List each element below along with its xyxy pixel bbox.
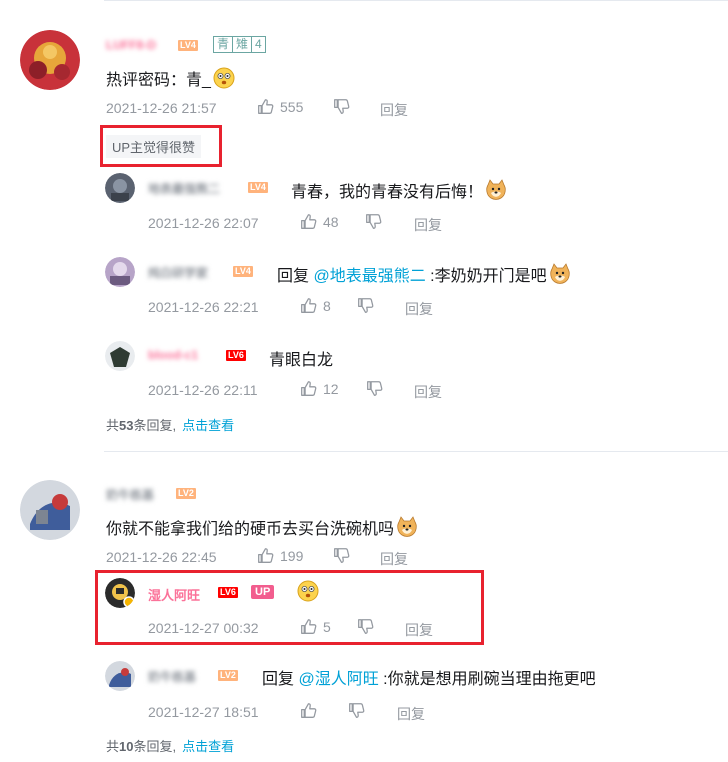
thumb-up-icon bbox=[300, 297, 317, 314]
thumb-up-icon bbox=[257, 98, 274, 115]
thumb-down-icon bbox=[333, 98, 350, 115]
avatar[interactable] bbox=[105, 341, 135, 371]
view-replies-link[interactable]: 点击查看 bbox=[182, 739, 234, 754]
reply-text-content: :你就是想用刷碗当理由拖更吧 bbox=[383, 671, 596, 688]
doge-emoji-icon bbox=[396, 516, 418, 538]
avatar[interactable] bbox=[105, 173, 135, 203]
like-button[interactable] bbox=[300, 702, 317, 719]
comment-text-content: 你就不能拿我们给的硬币去买台洗碗机吗 bbox=[106, 521, 395, 538]
level-badge: LV2 bbox=[218, 670, 238, 681]
comment-text-content: 热评密码：青_ bbox=[106, 72, 211, 89]
mention-link[interactable]: @湿人阿旺 bbox=[298, 671, 378, 688]
reply-time: 2021-12-26 22:11 bbox=[148, 382, 258, 398]
comment-time: 2021-12-26 22:45 bbox=[106, 549, 217, 565]
reply-prefix: 回复 bbox=[277, 268, 310, 285]
like-button[interactable]: 12 bbox=[300, 380, 339, 397]
dislike-button[interactable] bbox=[365, 213, 382, 230]
like-count: 555 bbox=[280, 98, 304, 115]
reply-count-suffix: 条回复, bbox=[133, 739, 177, 754]
reply-text: 回复 @地表最强熊二 :李奶奶开门是吧 bbox=[277, 262, 571, 286]
username[interactable]: 炖白研学家 bbox=[148, 264, 208, 281]
reply-count-prefix: 共 bbox=[106, 418, 120, 433]
highlight-box bbox=[95, 570, 484, 645]
like-count: 8 bbox=[323, 297, 331, 314]
thumb-up-icon bbox=[300, 380, 317, 397]
dislike-button[interactable] bbox=[333, 98, 350, 115]
doge-emoji-icon bbox=[485, 179, 507, 201]
comment-divider bbox=[104, 451, 728, 452]
reply-count: 53 bbox=[119, 418, 134, 433]
username[interactable]: 奶牛栋基 bbox=[148, 668, 196, 685]
avatar[interactable] bbox=[105, 257, 135, 287]
level-badge: LV4 bbox=[233, 266, 253, 277]
reply-count-summary: 共10条回复, 点击查看 bbox=[106, 736, 234, 755]
reply-prefix: 回复 bbox=[262, 671, 295, 688]
reply-button[interactable]: 回复 bbox=[405, 299, 433, 319]
thumb-down-icon bbox=[348, 702, 365, 719]
username[interactable]: 奶牛栋基 bbox=[106, 486, 154, 503]
dazed-face-emoji-icon bbox=[213, 67, 235, 89]
top-divider bbox=[104, 0, 728, 1]
like-button[interactable]: 48 bbox=[300, 213, 339, 230]
username[interactable]: 地表最强熊二 bbox=[148, 180, 220, 197]
fan-badge[interactable]: 青 雉 4 bbox=[213, 36, 266, 53]
comment-text: 你就不能拿我们给的硬币去买台洗碗机吗 bbox=[106, 515, 418, 539]
dislike-button[interactable] bbox=[357, 297, 374, 314]
comment-time: 2021-12-26 21:57 bbox=[106, 100, 217, 116]
level-badge: LV4 bbox=[248, 182, 268, 193]
thumb-down-icon bbox=[366, 380, 383, 397]
like-button[interactable]: 555 bbox=[257, 98, 303, 115]
dislike-button[interactable] bbox=[366, 380, 383, 397]
level-badge: LV6 bbox=[226, 350, 246, 361]
avatar[interactable] bbox=[20, 30, 80, 90]
avatar[interactable] bbox=[20, 480, 80, 540]
reply-text: 青眼白龙 bbox=[269, 352, 334, 369]
fan-badge-part: 雉 bbox=[232, 37, 251, 52]
view-replies-link[interactable]: 点击查看 bbox=[182, 418, 234, 433]
reply-button[interactable]: 回复 bbox=[414, 215, 442, 235]
thumb-up-icon bbox=[257, 547, 274, 564]
fan-badge-level: 4 bbox=[251, 37, 265, 52]
level-badge: LV2 bbox=[176, 488, 196, 499]
fan-badge-part: 青 bbox=[217, 37, 230, 51]
highlight-box bbox=[100, 125, 222, 167]
reply-count-suffix: 条回复, bbox=[133, 418, 177, 433]
dislike-button[interactable] bbox=[333, 547, 350, 564]
reply-button[interactable]: 回复 bbox=[414, 382, 442, 402]
like-count: 199 bbox=[280, 547, 304, 564]
mention-link[interactable]: @地表最强熊二 bbox=[313, 268, 425, 285]
reply-time: 2021-12-27 18:51 bbox=[148, 704, 259, 720]
username[interactable]: blood-c1 bbox=[148, 348, 198, 362]
thumb-down-icon bbox=[333, 547, 350, 564]
like-button[interactable]: 199 bbox=[257, 547, 303, 564]
reply-text-content: 青春，我的青春没有后悔！ bbox=[291, 184, 484, 201]
reply-count: 10 bbox=[119, 739, 134, 754]
level-badge: LV4 bbox=[178, 40, 198, 51]
like-count: 12 bbox=[323, 380, 339, 397]
reply-text: 青春，我的青春没有后悔！ bbox=[291, 178, 507, 202]
dislike-button[interactable] bbox=[348, 702, 365, 719]
comment-text: 热评密码：青_ bbox=[106, 66, 235, 90]
reply-button[interactable]: 回复 bbox=[397, 704, 425, 724]
reply-button[interactable]: 回复 bbox=[380, 100, 408, 120]
thumb-down-icon bbox=[365, 213, 382, 230]
doge-emoji-icon bbox=[549, 263, 571, 285]
like-button[interactable]: 8 bbox=[300, 297, 331, 314]
reply-text: 回复 @湿人阿旺 :你就是想用刷碗当理由拖更吧 bbox=[262, 665, 596, 689]
avatar[interactable] bbox=[105, 661, 135, 691]
reply-count-summary: 共53条回复, 点击查看 bbox=[106, 415, 234, 434]
reply-text-content: :李奶奶开门是吧 bbox=[430, 268, 547, 285]
thumb-down-icon bbox=[357, 297, 374, 314]
reply-button[interactable]: 回复 bbox=[380, 549, 408, 569]
username[interactable]: LUFF8-D bbox=[106, 38, 156, 52]
reply-time: 2021-12-26 22:07 bbox=[148, 215, 259, 231]
reply-time: 2021-12-26 22:21 bbox=[148, 299, 259, 315]
thumb-up-icon bbox=[300, 702, 317, 719]
like-count: 48 bbox=[323, 213, 339, 230]
reply-count-prefix: 共 bbox=[106, 739, 120, 754]
thumb-up-icon bbox=[300, 213, 317, 230]
